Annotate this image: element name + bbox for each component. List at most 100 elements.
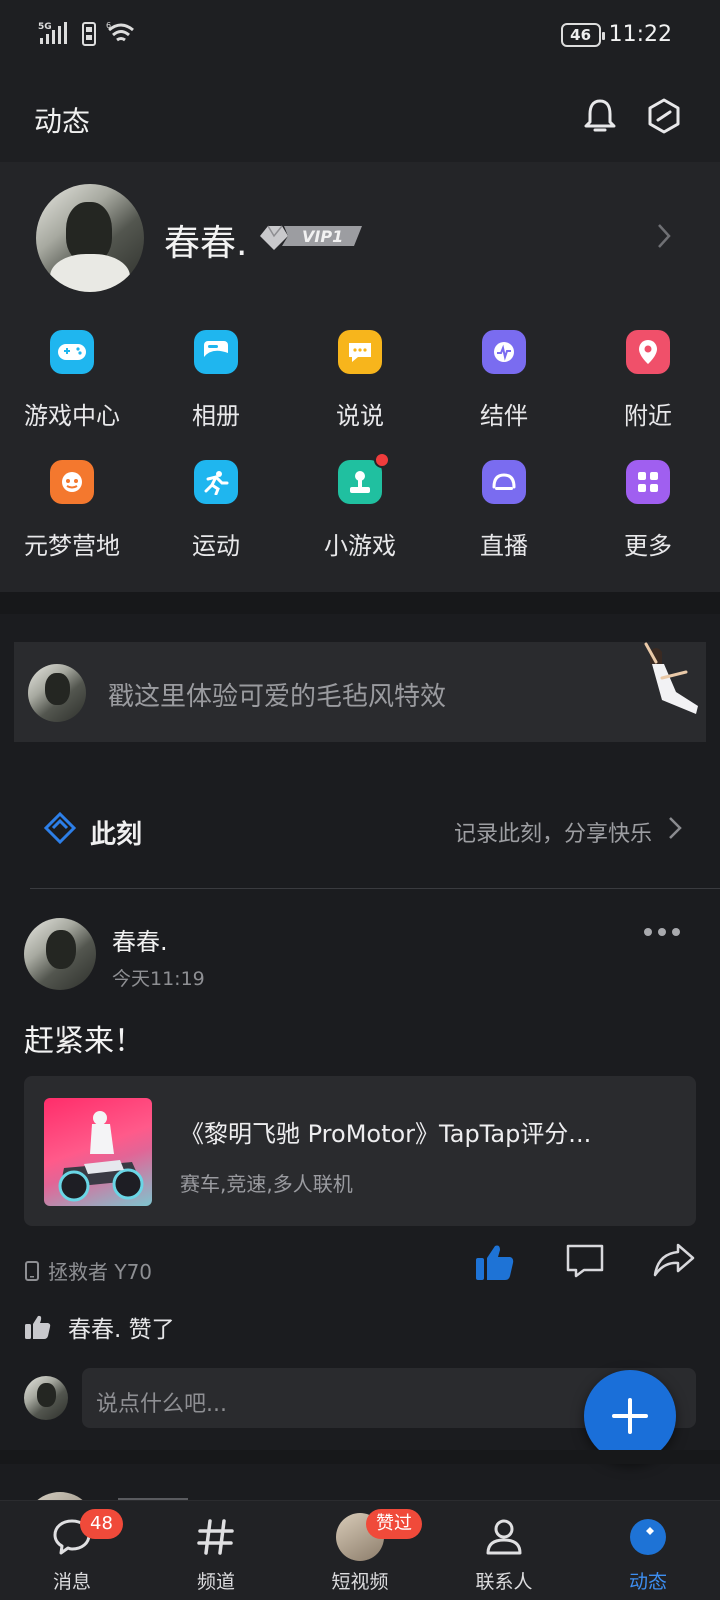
comment-placeholder: 说点什么吧... <box>96 1392 227 1417</box>
status-bar: 5G 6 46 11:22 <box>0 0 720 72</box>
grid-item-label: 附近 <box>624 402 672 430</box>
battery-icon: 46 <box>560 22 605 47</box>
grid-item-label: 结伴 <box>480 402 528 430</box>
nav-label: 联系人 <box>475 1571 533 1593</box>
divider-line <box>30 888 720 889</box>
chat-bubble-icon <box>338 330 382 374</box>
clock: 11:22 <box>608 22 672 47</box>
avatar[interactable] <box>36 184 144 292</box>
more-options-icon[interactable] <box>644 928 680 936</box>
cellular-signal-icon: 5G <box>38 22 67 44</box>
post-author-name[interactable]: 春春. <box>112 922 168 957</box>
grid-item-mini-games[interactable]: 小游戏 <box>288 452 432 561</box>
chevron-right-icon[interactable] <box>656 222 672 250</box>
shared-game-tags: 赛车,竞速,多人联机 <box>180 1172 353 1196</box>
hashtag-icon <box>197 1519 234 1555</box>
moment-entry[interactable]: 此刻 记录此刻，分享快乐 <box>0 792 720 862</box>
nav-moments[interactable]: 动态 <box>576 1501 720 1600</box>
camp-icon <box>50 460 94 504</box>
shared-game-title: 《黎明飞驰 ProMotor》TapTap评分... <box>180 1120 592 1148</box>
add-post-button[interactable] <box>584 1370 676 1462</box>
nav-channels[interactable]: 频道 <box>144 1501 288 1600</box>
sim-card-icon <box>82 22 96 46</box>
liked-badge: 赞过 <box>366 1509 422 1539</box>
moment-diamond-icon <box>44 812 76 844</box>
nav-label: 频道 <box>196 1571 235 1593</box>
plus-icon <box>612 1398 648 1434</box>
status-icons-left: 5G 6 <box>38 20 136 46</box>
settings-hexagon-icon[interactable] <box>644 96 684 136</box>
avatar <box>28 664 86 722</box>
page-title: 动态 <box>34 105 91 138</box>
grid-item-label: 元梦营地 <box>24 532 120 560</box>
promo-banner[interactable]: 戳这里体验可爱的毛毡风特效 <box>14 642 706 742</box>
vip-badge[interactable]: VIP1 <box>258 220 368 252</box>
moment-subtitle: 记录此刻，分享快乐 <box>453 822 652 847</box>
grid-item-label: 说说 <box>336 402 384 430</box>
unread-badge: 48 <box>80 1509 123 1539</box>
grid-item-partner[interactable]: 结伴 <box>432 330 576 431</box>
likes-summary[interactable]: 春春. 赞了 <box>24 1310 175 1344</box>
nav-label: 消息 <box>52 1571 91 1593</box>
album-icon <box>194 330 238 374</box>
nav-contacts[interactable]: 联系人 <box>432 1501 576 1600</box>
grid-item-shuoshuo[interactable]: 说说 <box>288 330 432 431</box>
like-thumb-icon[interactable] <box>474 1242 516 1282</box>
post-content: 赶紧来！ <box>24 1024 144 1059</box>
contacts-icon <box>486 1519 522 1555</box>
my-avatar <box>24 1376 68 1420</box>
svg-text:5G: 5G <box>38 22 52 32</box>
profile-name[interactable]: 春春. <box>164 214 247 266</box>
svg-text:VIP1: VIP1 <box>302 227 343 246</box>
live-icon <box>482 460 526 504</box>
grid-item-live[interactable]: 直播 <box>432 460 576 561</box>
bottom-nav: 48 消息 频道 赞过 短视频 联系人 动态 <box>0 1500 720 1600</box>
grid-item-label: 小游戏 <box>324 532 396 560</box>
status-icons-right: 46 11:22 <box>560 22 672 47</box>
app-header: 动态 <box>0 72 720 162</box>
notification-dot <box>374 452 390 468</box>
grid-item-label: 直播 <box>480 532 528 560</box>
promo-text: 戳这里体验可爱的毛毡风特效 <box>108 682 447 712</box>
running-icon <box>194 460 238 504</box>
nav-label: 短视频 <box>331 1571 389 1593</box>
grid-item-label: 相册 <box>192 402 240 430</box>
grid-item-label: 游戏中心 <box>24 402 120 430</box>
comment-icon[interactable] <box>564 1242 606 1280</box>
grid-item-nearby[interactable]: 附近 <box>576 330 720 431</box>
grid-item-more[interactable]: 更多 <box>576 460 720 561</box>
like-small-icon <box>25 1315 51 1339</box>
grid-item-label: 运动 <box>192 532 240 560</box>
location-pin-icon <box>626 330 670 374</box>
svg-text:6: 6 <box>106 21 111 30</box>
grid-item-game-center[interactable]: 游戏中心 <box>0 330 144 431</box>
dancer-illustration <box>644 642 698 714</box>
moments-star-icon <box>630 1519 666 1555</box>
grid-item-sports[interactable]: 运动 <box>144 460 288 561</box>
grid-item-label: 更多 <box>624 532 672 560</box>
nav-messages[interactable]: 48 消息 <box>0 1501 144 1600</box>
grid-item-yuanmeng-camp[interactable]: 元梦营地 <box>0 460 144 561</box>
device-name: 拯救者 Y70 <box>48 1260 153 1284</box>
device-info: 拯救者 Y70 <box>24 1256 152 1285</box>
battery-level: 46 <box>570 25 592 44</box>
shared-game-card[interactable]: 《黎明飞驰 ProMotor》TapTap评分... 赛车,竞速,多人联机 <box>24 1076 696 1226</box>
grid-item-album[interactable]: 相册 <box>144 330 288 431</box>
section-divider <box>0 1450 720 1464</box>
share-icon[interactable] <box>652 1242 696 1278</box>
likes-text: 春春. 赞了 <box>68 1317 175 1343</box>
wifi-icon: 6 <box>106 21 134 42</box>
chevron-right-icon <box>669 817 682 839</box>
post-author-avatar[interactable] <box>24 918 96 990</box>
gamepad-icon <box>50 330 94 374</box>
joystick-icon <box>338 452 390 504</box>
post-timestamp: 今天11:19 <box>112 968 205 990</box>
section-divider <box>0 592 720 614</box>
nav-short-video[interactable]: 赞过 短视频 <box>288 1501 432 1600</box>
profile-card: 春春. VIP1 游戏中心 相册 说说 结伴 附近 元梦营地 运动 小游戏 直播… <box>0 162 720 592</box>
bell-icon[interactable] <box>580 96 620 136</box>
more-grid-icon <box>626 460 670 504</box>
moment-title: 此刻 <box>90 820 143 850</box>
game-thumbnail <box>44 1098 152 1206</box>
nav-label: 动态 <box>628 1571 667 1593</box>
